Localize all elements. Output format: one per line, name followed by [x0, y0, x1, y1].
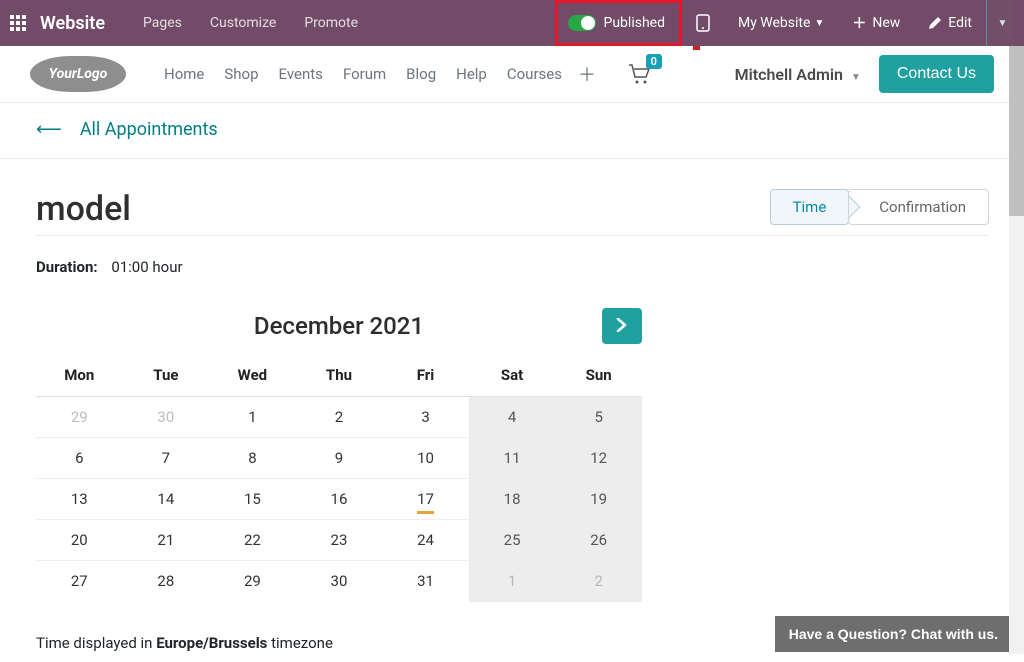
- calendar-day[interactable]: 3: [382, 397, 469, 438]
- menu-courses[interactable]: Courses: [507, 65, 562, 83]
- nav-customize[interactable]: Customize: [196, 15, 290, 31]
- calendar-day[interactable]: 5: [555, 397, 642, 438]
- calendar-day[interactable]: 15: [209, 479, 296, 520]
- calendar-day[interactable]: 29: [209, 561, 296, 602]
- calendar-day[interactable]: 31: [382, 561, 469, 602]
- calendar-day[interactable]: 9: [296, 438, 383, 479]
- duration-row: Duration: 01:00 hour: [36, 258, 988, 276]
- back-all-appointments[interactable]: ⟵ All Appointments: [36, 119, 988, 140]
- calendar-day[interactable]: 22: [209, 520, 296, 561]
- calendar-day[interactable]: 27: [36, 561, 123, 602]
- weekday-sat: Sat: [469, 358, 556, 397]
- weekday-sun: Sun: [555, 358, 642, 397]
- calendar-day[interactable]: 11: [469, 438, 556, 479]
- edit-button[interactable]: Edit: [914, 15, 986, 31]
- add-menu-icon[interactable]: ＋: [578, 61, 596, 87]
- decorative-marker: [693, 46, 700, 50]
- calendar-day: 1: [469, 561, 556, 602]
- nav-pages[interactable]: Pages: [129, 15, 196, 31]
- calendar-day[interactable]: 6: [36, 438, 123, 479]
- my-website-dropdown[interactable]: My Website▼: [724, 15, 838, 31]
- calendar-day[interactable]: 23: [296, 520, 383, 561]
- calendar-day[interactable]: 2: [296, 397, 383, 438]
- calendar-day[interactable]: 7: [123, 438, 210, 479]
- weekday-fri: Fri: [382, 358, 469, 397]
- apps-icon[interactable]: [10, 15, 26, 31]
- calendar-day[interactable]: 16: [296, 479, 383, 520]
- menu-home[interactable]: Home: [164, 65, 204, 83]
- calendar-day[interactable]: 19: [555, 479, 642, 520]
- calendar-day[interactable]: 30: [296, 561, 383, 602]
- calendar-day[interactable]: 26: [555, 520, 642, 561]
- calendar-day[interactable]: 4: [469, 397, 556, 438]
- weekday-wed: Wed: [209, 358, 296, 397]
- calendar-day[interactable]: 8: [209, 438, 296, 479]
- calendar-table: MonTueWedThuFriSatSun 293012345678910111…: [36, 358, 642, 602]
- menu-help[interactable]: Help: [456, 65, 487, 83]
- menu-forum[interactable]: Forum: [343, 65, 386, 83]
- calendar-day[interactable]: 12: [555, 438, 642, 479]
- calendar-day[interactable]: 17: [382, 479, 469, 520]
- weekday-tue: Tue: [123, 358, 210, 397]
- calendar-day[interactable]: 28: [123, 561, 210, 602]
- arrow-left-icon: ⟵: [36, 119, 62, 140]
- menu-blog[interactable]: Blog: [406, 65, 436, 83]
- nav-promote[interactable]: Promote: [290, 15, 372, 31]
- mobile-preview-icon[interactable]: [682, 14, 724, 32]
- calendar-day[interactable]: 13: [36, 479, 123, 520]
- calendar-day[interactable]: 1: [209, 397, 296, 438]
- calendar-day[interactable]: 18: [469, 479, 556, 520]
- cart-icon[interactable]: 0: [628, 64, 650, 84]
- new-button[interactable]: ＋New: [838, 13, 914, 33]
- calendar-next-button[interactable]: [602, 308, 642, 344]
- publish-toggle[interactable]: [568, 15, 596, 31]
- booking-steps: Time Confirmation: [770, 189, 988, 225]
- chat-widget-button[interactable]: Have a Question? Chat with us.: [775, 616, 1012, 652]
- menu-events[interactable]: Events: [279, 65, 323, 83]
- vertical-scrollbar[interactable]: [1009, 46, 1024, 654]
- contact-us-button[interactable]: Contact Us: [879, 55, 994, 93]
- calendar-day: 29: [36, 397, 123, 438]
- calendar-day[interactable]: 24: [382, 520, 469, 561]
- duration-value: 01:00 hour: [111, 258, 182, 276]
- app-brand[interactable]: Website: [40, 13, 105, 34]
- calendar-day: 2: [555, 561, 642, 602]
- calendar-day[interactable]: 20: [36, 520, 123, 561]
- published-group: Published: [555, 0, 682, 46]
- publish-label: Published: [604, 15, 665, 31]
- menu-shop[interactable]: Shop: [224, 65, 258, 83]
- calendar-day: 30: [123, 397, 210, 438]
- calendar-day[interactable]: 21: [123, 520, 210, 561]
- user-menu[interactable]: Mitchell Admin ▼: [735, 65, 861, 84]
- step-time[interactable]: Time: [770, 189, 850, 225]
- page-title: model: [36, 189, 131, 229]
- weekday-mon: Mon: [36, 358, 123, 397]
- step-confirmation: Confirmation: [848, 189, 989, 225]
- calendar-day[interactable]: 10: [382, 438, 469, 479]
- edit-dropdown-caret[interactable]: ▼: [986, 0, 1014, 46]
- duration-label: Duration:: [36, 258, 98, 276]
- site-logo[interactable]: YourLogo: [30, 56, 126, 92]
- calendar-day[interactable]: 14: [123, 479, 210, 520]
- weekday-thu: Thu: [296, 358, 383, 397]
- cart-count-badge: 0: [646, 54, 662, 69]
- calendar-month: December 2021: [254, 312, 424, 340]
- calendar-day[interactable]: 25: [469, 520, 556, 561]
